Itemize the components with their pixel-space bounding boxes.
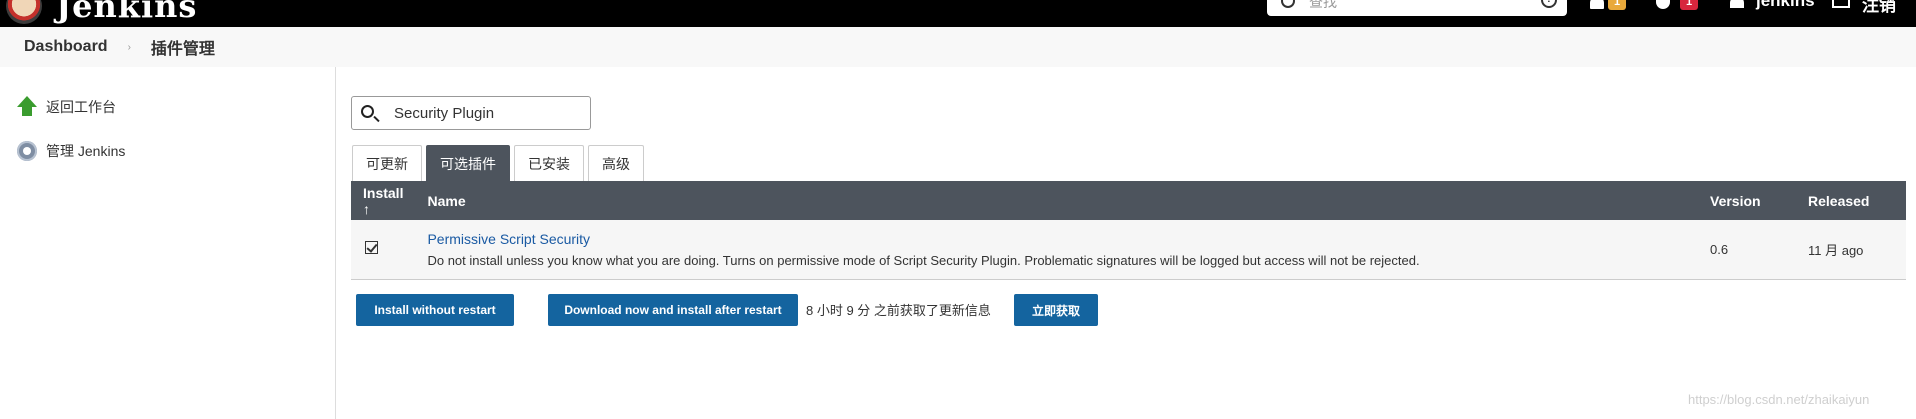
top-header: Jenkins 查找 ? 1 1 jenkins 注销: [0, 0, 1916, 27]
sidebar-item-label: 管理 Jenkins: [46, 143, 126, 159]
plugin-filter-box[interactable]: [351, 96, 591, 130]
bell-icon[interactable]: [1590, 0, 1604, 9]
column-version[interactable]: Version: [1698, 181, 1796, 220]
column-released[interactable]: Released: [1796, 181, 1906, 220]
plugin-table: Install ↑ Name Version Released Permissi…: [351, 181, 1906, 280]
security-badge[interactable]: 1: [1680, 0, 1698, 10]
table-row: Permissive Script Security Do not instal…: [351, 220, 1906, 279]
watermark: https://blog.csdn.net/zhaikaiyun: [1688, 392, 1870, 407]
sidebar-item-manage-jenkins[interactable]: 管理 Jenkins: [16, 138, 125, 164]
breadcrumb: Dashboard › 插件管理: [0, 27, 1916, 67]
fetch-now-button[interactable]: 立即获取: [1014, 294, 1098, 326]
app-name: Jenkins: [56, 0, 198, 25]
plugin-released: 11 月 ago: [1808, 242, 1864, 258]
notifications-badge[interactable]: 1: [1608, 0, 1626, 10]
plugin-filter-input[interactable]: [392, 103, 582, 123]
breadcrumb-separator-icon[interactable]: ›: [128, 42, 131, 53]
table-header-row: Install ↑ Name Version Released: [351, 181, 1906, 220]
global-search-box[interactable]: 查找 ?: [1267, 0, 1567, 16]
tab-available[interactable]: 可选插件: [426, 145, 510, 181]
column-name[interactable]: Name: [415, 181, 1698, 220]
arrow-up-icon: [16, 96, 38, 118]
logout-icon[interactable]: [1832, 0, 1850, 8]
plugin-name-link[interactable]: Permissive Script Security: [427, 231, 1686, 247]
tab-updates[interactable]: 可更新: [352, 145, 422, 181]
breadcrumb-dashboard[interactable]: Dashboard: [24, 38, 108, 56]
search-icon: [361, 105, 374, 118]
sidebar: 返回工作台 管理 Jenkins: [0, 67, 336, 419]
install-checkbox[interactable]: [365, 241, 378, 255]
plugin-version: 0.6: [1710, 241, 1729, 257]
plugin-tabs: 可更新 可选插件 已安装 高级: [352, 145, 648, 181]
column-install[interactable]: Install ↑: [351, 181, 415, 220]
install-without-restart-button[interactable]: Install without restart: [356, 294, 514, 326]
user-icon[interactable]: [1730, 0, 1744, 8]
global-search-placeholder: 查找: [1309, 0, 1337, 10]
download-install-after-restart-button[interactable]: Download now and install after restart: [548, 294, 798, 326]
install-cell: [351, 220, 415, 279]
user-name-link[interactable]: jenkins: [1756, 0, 1815, 11]
tab-advanced[interactable]: 高级: [588, 145, 644, 181]
sidebar-item-label: 返回工作台: [46, 99, 116, 115]
sidebar-item-back-to-dashboard[interactable]: 返回工作台: [16, 94, 116, 120]
jenkins-logo-icon: [6, 0, 42, 24]
search-icon: [1281, 0, 1295, 8]
logout-link[interactable]: 注销: [1862, 0, 1896, 16]
tab-installed[interactable]: 已安装: [514, 145, 584, 181]
plugin-description: Do not install unless you know what you …: [427, 252, 1420, 268]
breadcrumb-plugin-manager[interactable]: 插件管理: [151, 35, 215, 59]
gear-icon: [16, 140, 38, 162]
shield-icon[interactable]: [1656, 0, 1670, 9]
update-info-text: 8 小时 9 分 之前获取了更新信息: [806, 303, 991, 318]
name-cell: Permissive Script Security Do not instal…: [415, 220, 1698, 279]
help-icon[interactable]: ?: [1541, 0, 1557, 8]
jenkins-home-link[interactable]: Jenkins: [6, 0, 197, 26]
